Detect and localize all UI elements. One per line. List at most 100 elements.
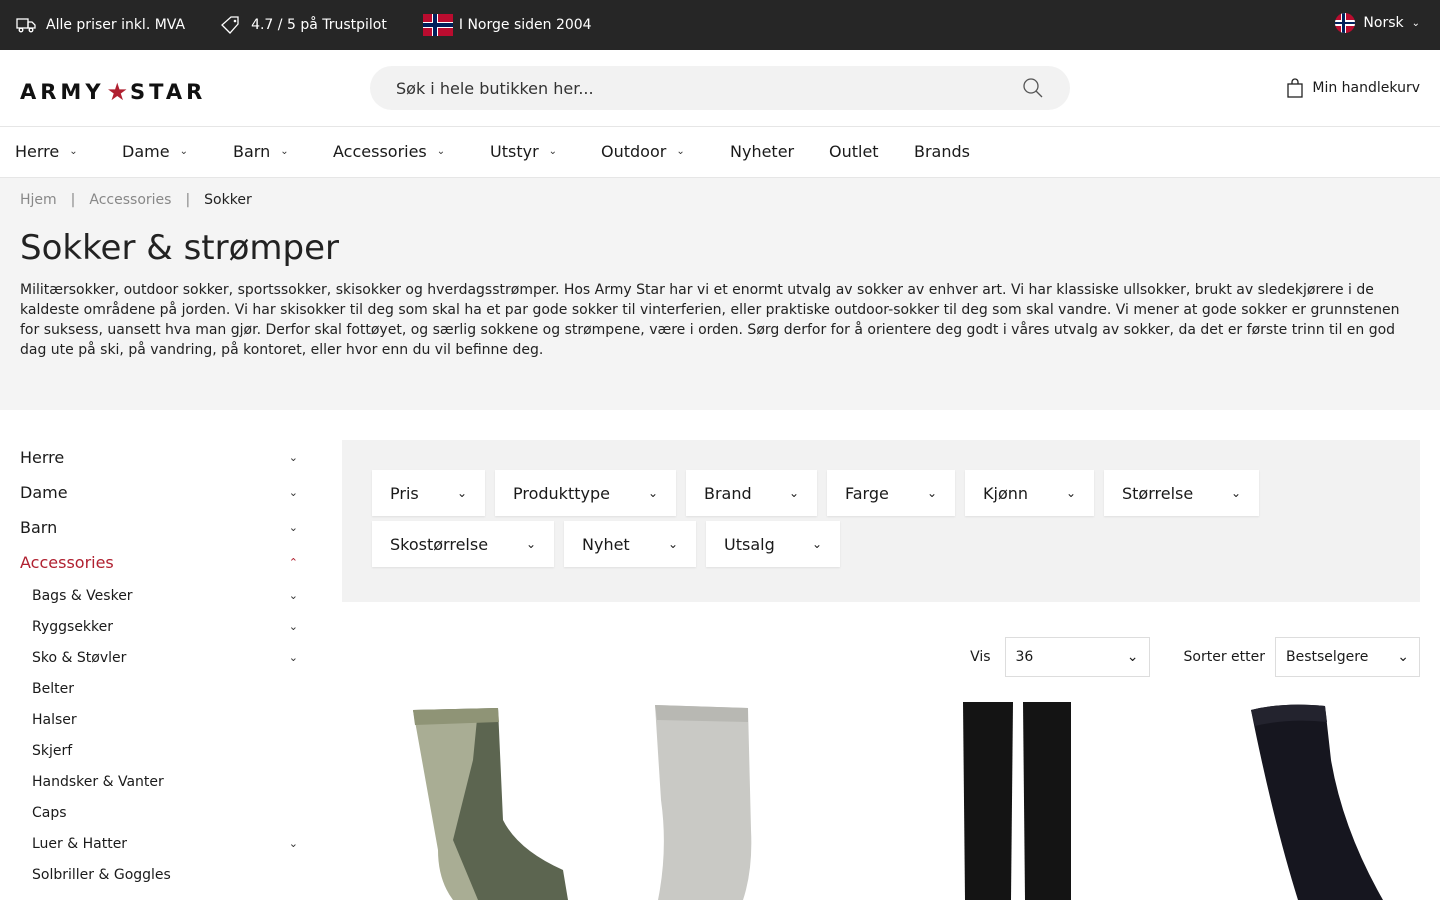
breadcrumb-home[interactable]: Hjem: [20, 192, 57, 208]
nav-item-brands[interactable]: Brands: [914, 142, 970, 161]
sidebar-subitem-belter[interactable]: Belter: [20, 673, 310, 704]
language-label: Norsk: [1363, 15, 1404, 31]
breadcrumb: Hjem | Accessories | Sokker: [20, 192, 252, 208]
topbar-text-vat: Alle priser inkl. MVA: [46, 17, 186, 33]
sidebar-item-dame[interactable]: Dame ⌄: [20, 475, 310, 510]
chevron-down-icon: ⌄: [1411, 17, 1420, 29]
sidebar-sublabel: Belter: [32, 680, 74, 697]
product-card[interactable]: [1243, 700, 1440, 900]
sort-value: Bestselgere: [1286, 649, 1369, 665]
filter-label: Brand: [704, 483, 752, 503]
sidebar-sublabel: Caps: [32, 804, 67, 821]
chevron-down-icon: ⌄: [69, 146, 78, 157]
chevron-down-icon[interactable]: ⌄: [289, 651, 298, 664]
product-image-grey-sock[interactable]: [643, 700, 843, 900]
sort-select[interactable]: Bestselgere ⌄: [1275, 637, 1420, 677]
sidebar-subitem-bags[interactable]: Bags & Vesker ⌄: [20, 580, 310, 611]
product-image-black-socks[interactable]: [943, 700, 1143, 900]
product-card[interactable]: [383, 700, 633, 900]
product-grid: [343, 700, 1420, 900]
logo-text-right: STAR: [130, 80, 207, 104]
sidebar-subitem-skjerf[interactable]: Skjerf: [20, 735, 310, 766]
sidebar-subitem-handsker[interactable]: Handsker & Vanter: [20, 766, 310, 797]
sidebar-sublabel: Skjerf: [32, 742, 73, 759]
filter-skostorrelse[interactable]: Skostørrelse ⌄: [372, 521, 554, 567]
chevron-up-icon[interactable]: ⌃: [289, 556, 298, 569]
chevron-down-icon: ⌄: [525, 537, 536, 551]
nav-label: Outdoor: [601, 142, 667, 161]
page-title: Sokker & strømper: [20, 228, 339, 268]
shopping-bag-icon: [1287, 78, 1304, 98]
topbar-text-norway: I Norge siden 2004: [458, 17, 592, 33]
nav-label: Accessories: [333, 142, 427, 161]
topbar-item-trustpilot[interactable]: 4.7 / 5 på Trustpilot: [221, 15, 387, 35]
chevron-down-icon: ⌄: [926, 486, 937, 500]
chevron-down-icon[interactable]: ⌄: [289, 451, 298, 464]
nav-item-outdoor[interactable]: Outdoor ⌄: [601, 142, 685, 161]
search-input[interactable]: Søk i hele butikken her...: [370, 66, 1070, 110]
sidebar-item-barn[interactable]: Barn ⌄: [20, 510, 310, 545]
language-selector[interactable]: Norsk ⌄: [1335, 13, 1420, 33]
chevron-down-icon[interactable]: ⌄: [289, 521, 298, 534]
nav-item-dame[interactable]: Dame ⌄: [122, 142, 188, 161]
filter-pris[interactable]: Pris ⌄: [372, 470, 485, 516]
product-card[interactable]: [643, 700, 893, 900]
filter-label: Nyhet: [582, 534, 630, 554]
filter-label: Skostørrelse: [390, 534, 489, 554]
chevron-down-icon: ⌄: [179, 146, 188, 157]
nav-label: Brands: [914, 142, 970, 161]
nav-item-nyheter[interactable]: Nyheter: [730, 142, 794, 161]
sidebar-subitem-solbriller[interactable]: Solbriller & Goggles: [20, 859, 310, 890]
filter-nyhet[interactable]: Nyhet ⌄: [564, 521, 696, 567]
cart-label: Min handlekurv: [1312, 80, 1420, 96]
filter-farge[interactable]: Farge ⌄: [827, 470, 955, 516]
filter-row: Skostørrelse ⌄ Nyhet ⌄ Utsalg ⌄: [372, 521, 1390, 567]
sidebar-item-herre[interactable]: Herre ⌄: [20, 440, 310, 475]
search-icon[interactable]: [1022, 77, 1044, 99]
chevron-down-icon[interactable]: ⌄: [289, 837, 298, 850]
filter-utsalg[interactable]: Utsalg ⌄: [706, 521, 840, 567]
product-card[interactable]: [943, 700, 1193, 900]
filter-kjonn[interactable]: Kjønn ⌄: [965, 470, 1094, 516]
cart-button[interactable]: Min handlekurv: [1286, 78, 1420, 98]
filter-storrelse[interactable]: Størrelse ⌄: [1104, 470, 1259, 516]
sidebar-label: Barn: [20, 518, 58, 537]
nav-item-outlet[interactable]: Outlet: [829, 142, 879, 161]
sidebar-subitem-caps[interactable]: Caps: [20, 797, 310, 828]
tag-icon: [221, 16, 239, 34]
logo-star-icon: ★: [106, 78, 129, 106]
nav-label: Barn: [233, 142, 271, 161]
nav-item-herre[interactable]: Herre ⌄: [15, 142, 78, 161]
chevron-down-icon: ⌄: [1126, 649, 1139, 665]
norway-flag-icon: [1335, 13, 1356, 33]
sidebar-subitem-sko[interactable]: Sko & Støvler ⌄: [20, 642, 310, 673]
sidebar-label: Dame: [20, 483, 68, 502]
chevron-down-icon: ⌄: [280, 146, 289, 157]
sidebar-subitem-luer[interactable]: Luer & Hatter ⌄: [20, 828, 310, 859]
filter-label: Farge: [845, 483, 889, 503]
nav-item-barn[interactable]: Barn ⌄: [233, 142, 289, 161]
breadcrumb-accessories[interactable]: Accessories: [89, 192, 171, 208]
limiter-select[interactable]: 36 ⌄: [1004, 637, 1150, 677]
sidebar-sublabel: Ryggsekker: [32, 618, 114, 635]
sidebar-sublabel: Solbriller & Goggles: [32, 866, 171, 883]
chevron-down-icon: ⌄: [456, 486, 467, 500]
logo[interactable]: ARMY ★ STAR: [20, 78, 206, 106]
product-image-green-sock[interactable]: [383, 700, 583, 900]
sidebar-subitem-ryggsekker[interactable]: Ryggsekker ⌄: [20, 611, 310, 642]
filter-produkttype[interactable]: Produkttype ⌄: [495, 470, 676, 516]
chevron-down-icon: ⌄: [676, 146, 685, 157]
nav-label: Herre: [15, 142, 60, 161]
nav-item-utstyr[interactable]: Utstyr ⌄: [490, 142, 557, 161]
nav-item-accessories[interactable]: Accessories ⌄: [333, 142, 445, 161]
sidebar-label: Accessories: [20, 553, 114, 572]
chevron-down-icon[interactable]: ⌄: [289, 589, 298, 602]
filter-brand[interactable]: Brand ⌄: [686, 470, 817, 516]
sidebar-item-accessories[interactable]: Accessories ⌃: [20, 545, 310, 580]
chevron-down-icon: ⌄: [667, 537, 678, 551]
site-header: ARMY ★ STAR Søk i hele butikken her... M…: [0, 50, 1440, 127]
chevron-down-icon[interactable]: ⌄: [289, 486, 298, 499]
product-image-black-sock[interactable]: [1243, 700, 1440, 900]
sidebar-subitem-halser[interactable]: Halser: [20, 704, 310, 735]
chevron-down-icon[interactable]: ⌄: [289, 620, 298, 633]
